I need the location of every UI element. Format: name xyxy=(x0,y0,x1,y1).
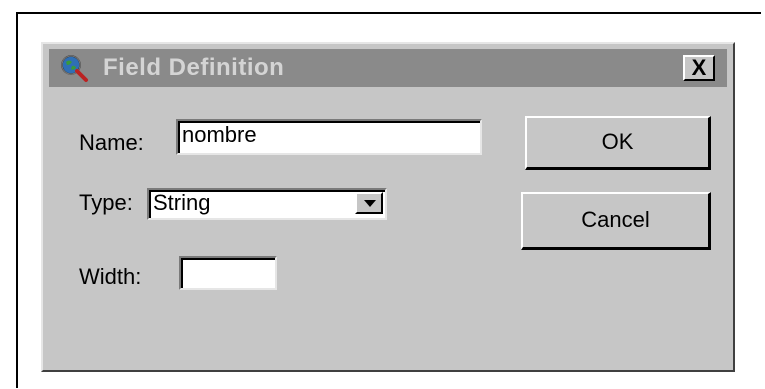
type-select-value: String xyxy=(153,190,211,215)
type-select[interactable]: String xyxy=(147,188,387,220)
type-label: Type: xyxy=(79,190,133,215)
name-input[interactable]: nombre xyxy=(176,119,482,155)
field-definition-dialog: Field Definition X Name: nombre Type: St… xyxy=(41,42,735,372)
cancel-button[interactable]: Cancel xyxy=(521,192,711,250)
title-bar[interactable]: Field Definition X xyxy=(49,49,727,87)
name-label: Name: xyxy=(79,130,144,155)
width-label: Width: xyxy=(79,264,142,289)
search-globe-icon xyxy=(59,53,89,83)
name-input-value: nombre xyxy=(182,122,257,147)
dialog-title: Field Definition xyxy=(103,54,285,81)
close-button[interactable]: X xyxy=(683,55,715,81)
ok-button[interactable]: OK xyxy=(525,116,711,170)
chevron-down-icon[interactable] xyxy=(355,192,383,214)
width-input[interactable] xyxy=(179,256,277,290)
